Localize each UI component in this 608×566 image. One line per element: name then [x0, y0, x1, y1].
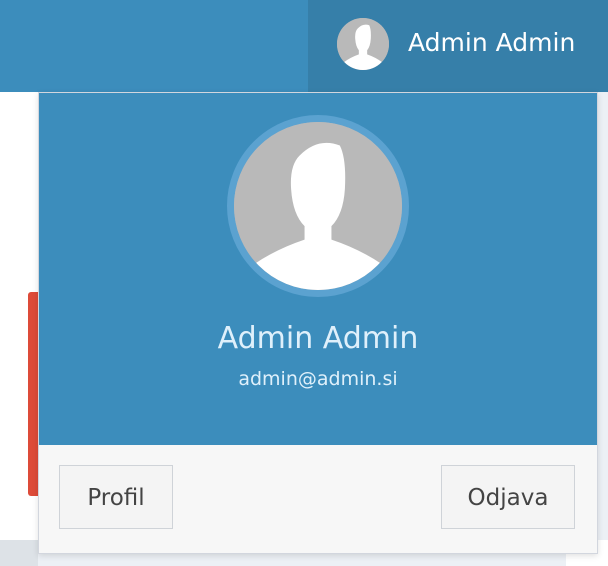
background-panel-edge: [0, 540, 38, 566]
user-email: admin@admin.si: [238, 368, 398, 390]
alert-box-edge: [28, 292, 38, 496]
user-dropdown: Admin Admin admin@admin.si Profil Odjava: [38, 92, 598, 554]
user-avatar-large-icon: [227, 115, 409, 297]
user-header: Admin Admin admin@admin.si: [39, 93, 597, 445]
logout-button[interactable]: Odjava: [441, 465, 575, 529]
profile-button[interactable]: Profil: [59, 465, 173, 529]
user-footer: Profil Odjava: [39, 445, 597, 553]
user-full-name: Admin Admin: [217, 321, 419, 356]
user-menu-toggle[interactable]: Admin Admin: [308, 0, 608, 92]
user-avatar-icon: [337, 18, 389, 70]
header-user-name: Admin Admin: [408, 28, 576, 57]
